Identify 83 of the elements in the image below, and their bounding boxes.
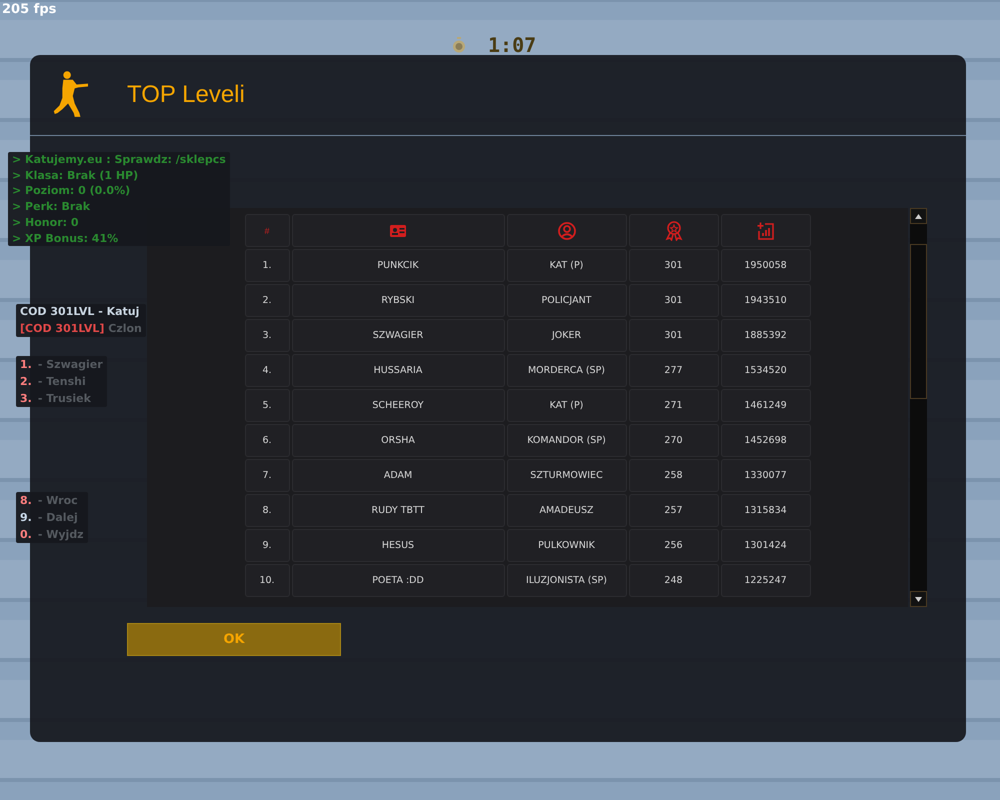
menu-option[interactable]: - Wyjdz bbox=[38, 526, 84, 543]
rank-cell: 5. bbox=[244, 389, 290, 422]
menu-option[interactable]: - Wroc bbox=[38, 492, 78, 509]
ok-button[interactable]: OK bbox=[127, 623, 341, 656]
player-info-line: > Katujemy.eu : Sprawdz: /sklepcs bbox=[12, 152, 226, 168]
rank-cell: 3. bbox=[244, 319, 290, 352]
user-circle-icon bbox=[558, 222, 576, 240]
level-cell: 256 bbox=[628, 529, 718, 562]
level-cell: 257 bbox=[628, 494, 718, 527]
rank-cell: 10. bbox=[244, 564, 290, 597]
experience-cell: 1315834 bbox=[720, 494, 810, 527]
player-name-cell: SZWAGIER bbox=[292, 319, 504, 352]
player-info-line: > Perk: Brak bbox=[12, 199, 92, 215]
menu-option[interactable]: - Dalej bbox=[38, 509, 78, 526]
class-cell: JOKER bbox=[506, 319, 626, 352]
class-cell: PULKOWNIK bbox=[506, 529, 626, 562]
menu-key: 2. bbox=[20, 373, 32, 390]
menu-key: 0. bbox=[20, 526, 32, 543]
player-name-cell: RYBSKI bbox=[292, 284, 504, 317]
menu-key: 9. bbox=[20, 509, 32, 526]
player-name-cell: HUSSARIA bbox=[292, 354, 504, 387]
menu-option[interactable]: - Tenshi bbox=[38, 373, 86, 390]
level-cell: 248 bbox=[628, 564, 718, 597]
id-card-icon bbox=[390, 224, 406, 236]
player-name-cell: SCHEEROY bbox=[292, 389, 504, 422]
award-ribbon-icon bbox=[664, 220, 682, 240]
level-cell: 258 bbox=[628, 459, 718, 492]
experience-cell: 1225247 bbox=[720, 564, 810, 597]
player-name-cell: ORSHA bbox=[292, 424, 504, 457]
scroll-down-icon[interactable] bbox=[915, 596, 922, 602]
rank-cell: 8. bbox=[244, 494, 290, 527]
player-info-line: > XP Bonus: 41% bbox=[12, 230, 120, 246]
level-cell: 277 bbox=[628, 354, 718, 387]
menu-key: 1. bbox=[20, 356, 32, 373]
experience-cell: 1943510 bbox=[720, 284, 810, 317]
level-cell: 301 bbox=[628, 249, 718, 282]
dialog-title: TOP Leveli bbox=[127, 81, 245, 109]
server-tag: [COD 301LVL] bbox=[20, 322, 104, 334]
round-timer: 1:07 bbox=[488, 33, 536, 57]
chart-plus-icon bbox=[756, 222, 774, 240]
class-cell: ILUZJONISTA (SP) bbox=[506, 564, 626, 597]
player-name-cell: POETA :DD bbox=[292, 564, 504, 597]
rank-cell: 9. bbox=[244, 529, 290, 562]
menu-option[interactable]: - Trusiek bbox=[38, 390, 91, 407]
player-name-cell: ADAM bbox=[292, 459, 504, 492]
class-cell: MORDERCA (SP) bbox=[506, 354, 626, 387]
experience-cell: 1950058 bbox=[720, 249, 810, 282]
player-info-line: > Poziom: 0 (0.0%) bbox=[12, 183, 132, 200]
menu-key: 8. bbox=[20, 492, 32, 509]
menu-key: 3. bbox=[20, 390, 32, 407]
scrollbar[interactable] bbox=[910, 208, 927, 607]
experience-cell: 1301424 bbox=[720, 529, 810, 562]
class-cell: SZTURMOWIEC bbox=[506, 459, 626, 492]
experience-cell: 1461249 bbox=[720, 389, 810, 422]
class-cell: AMADEUSZ bbox=[506, 494, 626, 527]
class-cell: KAT (P) bbox=[506, 249, 626, 282]
level-cell: 301 bbox=[628, 319, 718, 352]
server-text: Czlon bbox=[107, 322, 142, 334]
experience-cell: 1534520 bbox=[720, 354, 810, 387]
class-cell: POLICJANT bbox=[506, 284, 626, 317]
server-text: COD 301LVL - Katuj bbox=[20, 305, 140, 318]
rank-cell: 1. bbox=[244, 249, 290, 282]
class-cell: KOMANDOR (SP) bbox=[506, 424, 626, 457]
fps-counter: 205 fps bbox=[2, 2, 56, 17]
player-info-line: > Klasa: Brak (1 HP) bbox=[12, 168, 140, 184]
rank-cell: 4. bbox=[244, 354, 290, 387]
player-name-cell: RUDY TBTT bbox=[292, 494, 504, 527]
rank-header: # bbox=[244, 214, 290, 247]
level-cell: 271 bbox=[628, 389, 718, 422]
player-name-cell: HESUS bbox=[292, 529, 504, 562]
experience-cell: 1452698 bbox=[720, 424, 810, 457]
level-cell: 301 bbox=[628, 284, 718, 317]
player-info-line: > Honor: 0 bbox=[12, 214, 80, 231]
rank-cell: 6. bbox=[244, 424, 290, 457]
class-cell: KAT (P) bbox=[506, 389, 626, 422]
rank-cell: 7. bbox=[244, 459, 290, 492]
scroll-up-icon[interactable] bbox=[915, 214, 922, 218]
experience-cell: 1885392 bbox=[720, 319, 810, 352]
experience-cell: 1330077 bbox=[720, 459, 810, 492]
menu-option[interactable]: - Szwagier bbox=[38, 356, 103, 373]
rank-cell: 2. bbox=[244, 284, 290, 317]
level-cell: 270 bbox=[628, 424, 718, 457]
player-name-cell: PUNKCIK bbox=[292, 249, 504, 282]
